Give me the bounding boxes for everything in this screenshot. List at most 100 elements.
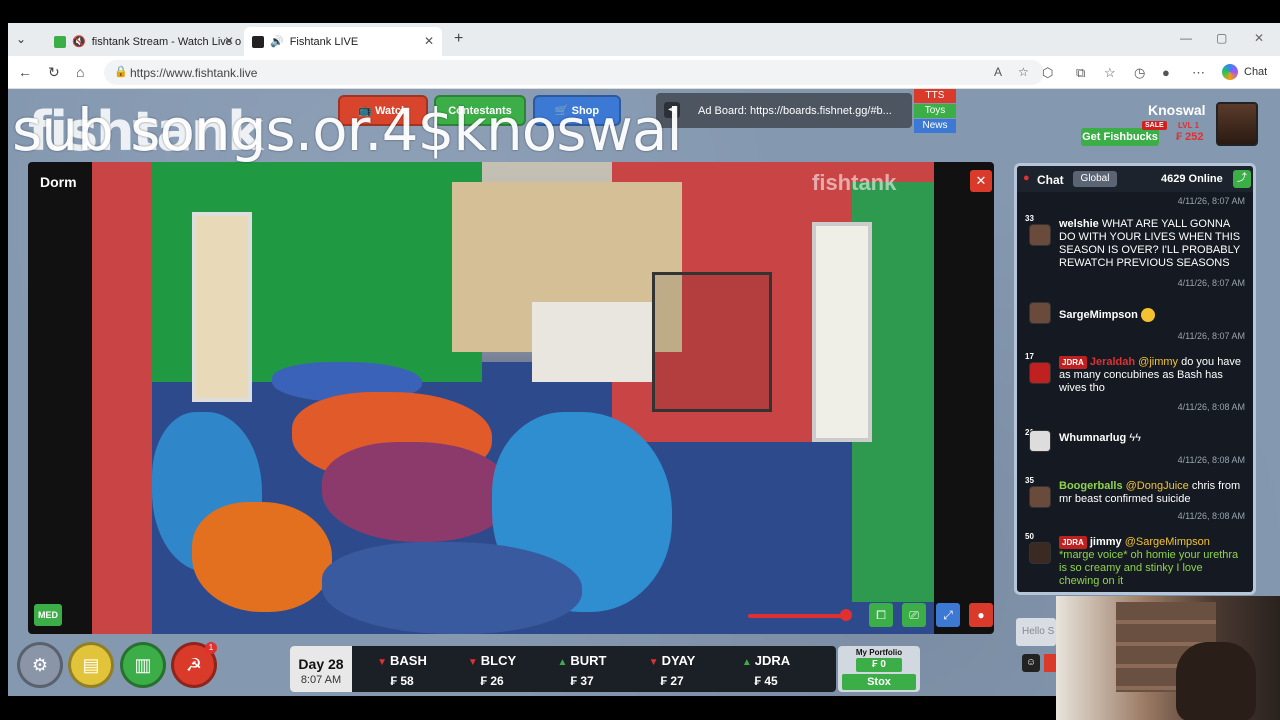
- url-text[interactable]: https://www.fishtank.live: [130, 66, 257, 80]
- portfolio-panel[interactable]: My Portfolio ₣ 0 Stox: [838, 646, 920, 692]
- notification-badge: 1: [205, 642, 217, 654]
- split-screen-icon[interactable]: ⧉: [1076, 65, 1085, 81]
- stock-symbol: DYAY: [661, 653, 696, 668]
- inventory-icon[interactable]: ▤: [68, 642, 114, 688]
- portfolio-label: My Portfolio: [855, 648, 903, 657]
- stock-bash[interactable]: ▼ BASH ₣ 58: [362, 652, 442, 688]
- sleeping-bag: [322, 442, 512, 542]
- clips-icon[interactable]: ▥: [120, 642, 166, 688]
- stock-price: ₣ 58: [390, 674, 414, 688]
- extensions-icon[interactable]: ⬡: [1042, 65, 1053, 81]
- refresh-icon[interactable]: ↻: [48, 64, 60, 81]
- news-tab[interactable]: News: [914, 119, 956, 133]
- chat-text: *marge voice* oh homie your urethra is s…: [1059, 549, 1239, 587]
- chat-username[interactable]: Boogerballs: [1059, 480, 1123, 492]
- timestamp: 4/11/26, 8:07 AM: [1177, 331, 1245, 341]
- avatar[interactable]: [1029, 224, 1051, 246]
- muted-speaker-icon[interactable]: 🔇: [72, 35, 86, 48]
- copilot-chat-label[interactable]: Chat: [1244, 66, 1267, 78]
- lock-icon[interactable]: 🔒: [114, 65, 128, 78]
- user-level: 33: [1025, 214, 1034, 223]
- record-icon[interactable]: ●: [969, 603, 993, 627]
- home-icon[interactable]: ⌂: [76, 64, 84, 80]
- stock-burt[interactable]: ▲ BURT ₣ 37: [542, 652, 622, 688]
- tab-fishtank-stream[interactable]: 🔇 fishtank Stream - Watch Live o ✕: [46, 27, 242, 56]
- portfolio-value: ₣ 0: [856, 658, 902, 672]
- tts-tab[interactable]: TTS: [914, 89, 956, 103]
- user-level: 17: [1025, 352, 1034, 361]
- stock-dyay[interactable]: ▼ DYAY ₣ 27: [632, 652, 712, 688]
- chat-username[interactable]: Jeraldah: [1090, 356, 1135, 368]
- day-number: Day 28: [298, 656, 344, 672]
- new-tab-plus-icon[interactable]: +: [454, 30, 463, 48]
- stock-ticker[interactable]: Day 28 8:07 AM ▼ BASH ₣ 58 ▼ BLCY ₣ 26 ▲ BU…: [290, 646, 836, 692]
- volume-knob[interactable]: [840, 609, 852, 621]
- avatar[interactable]: [1029, 486, 1051, 508]
- more-options-icon[interactable]: ⋯: [1192, 65, 1205, 81]
- volume-slider[interactable]: [748, 614, 846, 618]
- favorite-star-icon[interactable]: ☆: [1018, 65, 1029, 79]
- favorites-icon[interactable]: ☆: [1104, 65, 1116, 81]
- stock-price: ₣ 37: [570, 674, 594, 688]
- history-icon[interactable]: ◷: [1134, 65, 1145, 81]
- chat-username[interactable]: Whumnarlug: [1059, 432, 1126, 444]
- emoji-picker-icon[interactable]: ☺: [1022, 654, 1040, 672]
- avatar[interactable]: [1029, 430, 1051, 452]
- tab-list-chevron-icon[interactable]: ⌄: [16, 32, 26, 46]
- side-tabs: TTS Toys News: [914, 89, 956, 134]
- timestamp: 4/11/26, 8:08 AM: [1177, 402, 1245, 412]
- mention[interactable]: @jimmy: [1138, 356, 1178, 368]
- avatar[interactable]: [1029, 362, 1051, 384]
- get-fishbucks-button[interactable]: Get Fishbucks: [1081, 128, 1159, 146]
- read-aloud-icon[interactable]: A: [994, 65, 1002, 79]
- back-arrow-icon[interactable]: ←: [18, 64, 32, 80]
- chat-settings-icon[interactable]: ⤴: [1233, 170, 1251, 188]
- chat-username[interactable]: jimmy: [1090, 536, 1122, 548]
- quality-button[interactable]: MED: [34, 604, 62, 626]
- timestamp: 4/11/26, 8:07 AM: [1177, 278, 1245, 288]
- chat-input[interactable]: Hello S: [1016, 618, 1056, 646]
- toys-tab[interactable]: Toys: [914, 104, 956, 118]
- ad-board[interactable]: ◀ Ad Board: https://boards.fishnet.gg/#b…: [656, 93, 912, 128]
- avatar[interactable]: [1029, 302, 1051, 324]
- address-toolbar: ← ↻ ⌂ 🔒 https://www.fishtank.live A ☆ ⬡ …: [8, 56, 1280, 89]
- user-avatar[interactable]: [1216, 102, 1258, 146]
- up-arrow-icon: ▲: [741, 657, 752, 668]
- door-left: [192, 212, 252, 402]
- chat-send-button[interactable]: [1044, 654, 1056, 672]
- pip-icon[interactable]: ⧠: [869, 603, 893, 627]
- sleeping-bag: [322, 542, 582, 634]
- stock-price: ₣ 27: [660, 674, 684, 688]
- cast-icon[interactable]: ⎚: [902, 603, 926, 627]
- live-camera-feed[interactable]: fishtank: [92, 162, 934, 634]
- username[interactable]: Knoswal: [1148, 102, 1206, 118]
- url-bar[interactable]: 🔒 https://www.fishtank.live A ☆: [104, 60, 1044, 85]
- close-tab-icon[interactable]: ✕: [424, 34, 434, 48]
- speaker-icon[interactable]: 🔊: [270, 35, 284, 48]
- user-balance: ₣ 252: [1176, 131, 1204, 143]
- close-video-icon[interactable]: ✕: [970, 170, 992, 192]
- user-level: 50: [1025, 532, 1034, 541]
- mention[interactable]: @DongJuice: [1126, 480, 1189, 492]
- tab-fishtank-live[interactable]: 🔊 Fishtank LIVE ✕: [244, 27, 442, 56]
- chat-username[interactable]: SargeMimpson: [1059, 309, 1138, 321]
- avatar[interactable]: [1029, 542, 1051, 564]
- close-window-icon[interactable]: ✕: [1254, 31, 1264, 45]
- copilot-icon[interactable]: [1222, 64, 1238, 80]
- maximize-icon[interactable]: ▢: [1216, 31, 1227, 45]
- minimize-icon[interactable]: —: [1180, 31, 1192, 45]
- profile-icon[interactable]: ●: [1162, 65, 1170, 80]
- chat-username[interactable]: welshie: [1059, 218, 1099, 230]
- stock-jdra[interactable]: ▲ JDRA ₣ 45: [726, 652, 806, 688]
- stox-button[interactable]: Stox: [842, 674, 916, 690]
- fullscreen-icon[interactable]: ⤢: [936, 603, 960, 627]
- close-tab-icon[interactable]: ✕: [224, 34, 234, 48]
- stock-blcy[interactable]: ▼ BLCY ₣ 26: [452, 652, 532, 688]
- tab-title: fishtank Stream - Watch Live o: [91, 35, 242, 48]
- global-channel-button[interactable]: Global: [1073, 171, 1117, 187]
- mention[interactable]: @SargeMimpson: [1125, 536, 1210, 548]
- down-arrow-icon: ▼: [377, 657, 388, 668]
- chat-title: Chat: [1037, 173, 1064, 187]
- settings-gear-icon[interactable]: ⚙: [17, 642, 63, 688]
- room-label: Dorm: [40, 174, 77, 190]
